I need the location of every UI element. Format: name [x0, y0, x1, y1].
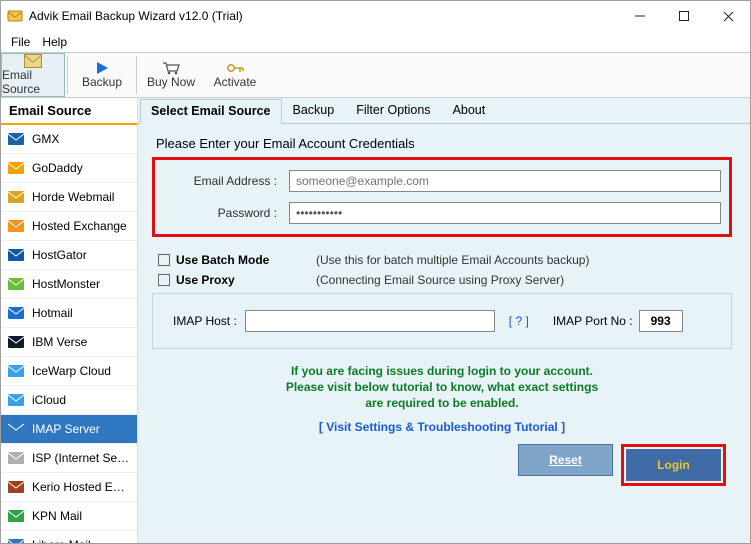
- source-icon: [6, 535, 26, 543]
- toolbar-activate[interactable]: Activate: [203, 53, 267, 97]
- sidebar-item-label: IMAP Server: [32, 422, 100, 436]
- sidebar-item[interactable]: IBM Verse: [1, 328, 137, 357]
- window-title: Advik Email Backup Wizard v12.0 (Trial): [29, 9, 618, 23]
- sidebar-item-label: GoDaddy: [32, 161, 83, 175]
- title-bar: Advik Email Backup Wizard v12.0 (Trial): [1, 1, 750, 31]
- maximize-button[interactable]: [662, 2, 706, 30]
- source-icon: [6, 274, 26, 294]
- sidebar-item-label: IceWarp Cloud: [32, 364, 111, 378]
- email-label: Email Address :: [161, 174, 289, 188]
- sidebar-item-label: HostMonster: [32, 277, 100, 291]
- sidebar-item[interactable]: ISP (Internet Service Provider): [1, 444, 137, 473]
- password-label: Password :: [161, 206, 289, 220]
- source-list: GMX GoDaddy Horde Webmail Hosted Exchange Ho…: [1, 125, 137, 543]
- envelope-icon: [24, 54, 42, 68]
- menu-help[interactable]: Help: [42, 35, 67, 49]
- minimize-button[interactable]: [618, 2, 662, 30]
- sidebar-title: Email Source: [1, 98, 137, 125]
- sidebar-item-label: IBM Verse: [32, 335, 87, 349]
- sidebar-item-label: GMX: [32, 132, 59, 146]
- close-button[interactable]: [706, 2, 750, 30]
- imap-settings: IMAP Host : [ ? ] IMAP Port No :: [152, 293, 732, 349]
- sidebar-item[interactable]: Hosted Exchange: [1, 212, 137, 241]
- email-input[interactable]: [289, 170, 721, 192]
- sidebar-item[interactable]: Hotmail: [1, 299, 137, 328]
- source-icon: [6, 216, 26, 236]
- tab[interactable]: Backup: [282, 98, 346, 123]
- cart-icon: [162, 61, 180, 75]
- imap-help-link[interactable]: [ ? ]: [509, 314, 529, 328]
- credentials-title: Please Enter your Email Account Credenti…: [156, 136, 732, 151]
- imap-port-label: IMAP Port No :: [553, 314, 633, 328]
- sidebar-item-label: KPN Mail: [32, 509, 82, 523]
- tutorial-link[interactable]: [ Visit Settings & Troubleshooting Tutor…: [152, 420, 732, 434]
- tab[interactable]: Select Email Source: [140, 99, 282, 124]
- menu-file[interactable]: File: [11, 35, 30, 49]
- toolbar: Email Source Backup Buy Now Activate: [1, 53, 750, 98]
- batch-mode-desc: (Use this for batch multiple Email Accou…: [316, 253, 589, 267]
- app-icon: [7, 8, 23, 24]
- proxy-desc: (Connecting Email Source using Proxy Ser…: [316, 273, 564, 287]
- sidebar-item[interactable]: GMX: [1, 125, 137, 154]
- play-icon: [95, 61, 109, 75]
- sidebar-item-label: ISP (Internet Service Provider): [32, 451, 132, 465]
- source-icon: [6, 448, 26, 468]
- sidebar-item[interactable]: GoDaddy: [1, 154, 137, 183]
- sidebar: Email Source GMX GoDaddy Horde Webmail Host…: [1, 98, 138, 543]
- sidebar-item[interactable]: IceWarp Cloud: [1, 357, 137, 386]
- toolbar-email-source[interactable]: Email Source: [1, 53, 65, 97]
- credentials-box: Email Address : Password :: [152, 157, 732, 237]
- sidebar-item[interactable]: Kerio Hosted Email: [1, 473, 137, 502]
- source-icon: [6, 158, 26, 178]
- sidebar-item-label: Hotmail: [32, 306, 73, 320]
- imap-host-input[interactable]: [245, 310, 495, 332]
- sidebar-item-label: HostGator: [32, 248, 87, 262]
- batch-mode-checkbox[interactable]: Use Batch Mode: [158, 253, 298, 267]
- source-icon: [6, 187, 26, 207]
- source-icon: [6, 477, 26, 497]
- source-icon: [6, 303, 26, 323]
- sidebar-item-label: Hosted Exchange: [32, 219, 127, 233]
- password-input[interactable]: [289, 202, 721, 224]
- proxy-checkbox[interactable]: Use Proxy: [158, 273, 298, 287]
- sidebar-item[interactable]: HostMonster: [1, 270, 137, 299]
- sidebar-item-label: Horde Webmail: [32, 190, 114, 204]
- source-icon: [6, 361, 26, 381]
- menu-bar: File Help: [1, 31, 750, 53]
- source-icon: [6, 332, 26, 352]
- main-panel: Select Email SourceBackupFilter OptionsA…: [138, 98, 750, 543]
- tab-bar: Select Email SourceBackupFilter OptionsA…: [138, 98, 750, 124]
- key-icon: [226, 61, 244, 75]
- source-icon: [6, 390, 26, 410]
- sidebar-item[interactable]: iCloud: [1, 386, 137, 415]
- help-text: If you are facing issues during login to…: [152, 363, 732, 412]
- tab[interactable]: About: [442, 98, 497, 123]
- imap-port-input[interactable]: [639, 310, 683, 332]
- sidebar-item-label: iCloud: [32, 393, 66, 407]
- imap-host-label: IMAP Host :: [173, 314, 237, 328]
- sidebar-item[interactable]: HostGator: [1, 241, 137, 270]
- source-icon: [6, 129, 26, 149]
- source-icon: [6, 419, 26, 439]
- checkbox-icon: [158, 274, 170, 286]
- sidebar-item[interactable]: Libero Mail: [1, 531, 137, 543]
- login-button[interactable]: Login: [626, 449, 721, 481]
- sidebar-item[interactable]: KPN Mail: [1, 502, 137, 531]
- toolbar-buy-now[interactable]: Buy Now: [139, 53, 203, 97]
- tab-content: Please Enter your Email Account Credenti…: [138, 124, 750, 543]
- toolbar-backup[interactable]: Backup: [70, 53, 134, 97]
- source-icon: [6, 245, 26, 265]
- source-icon: [6, 506, 26, 526]
- sidebar-item-label: Libero Mail: [32, 538, 91, 543]
- sidebar-item-label: Kerio Hosted Email: [32, 480, 132, 494]
- sidebar-item[interactable]: Horde Webmail: [1, 183, 137, 212]
- checkbox-icon: [158, 254, 170, 266]
- reset-button[interactable]: Reset: [518, 444, 613, 476]
- sidebar-item[interactable]: IMAP Server: [1, 415, 137, 444]
- tab[interactable]: Filter Options: [345, 98, 441, 123]
